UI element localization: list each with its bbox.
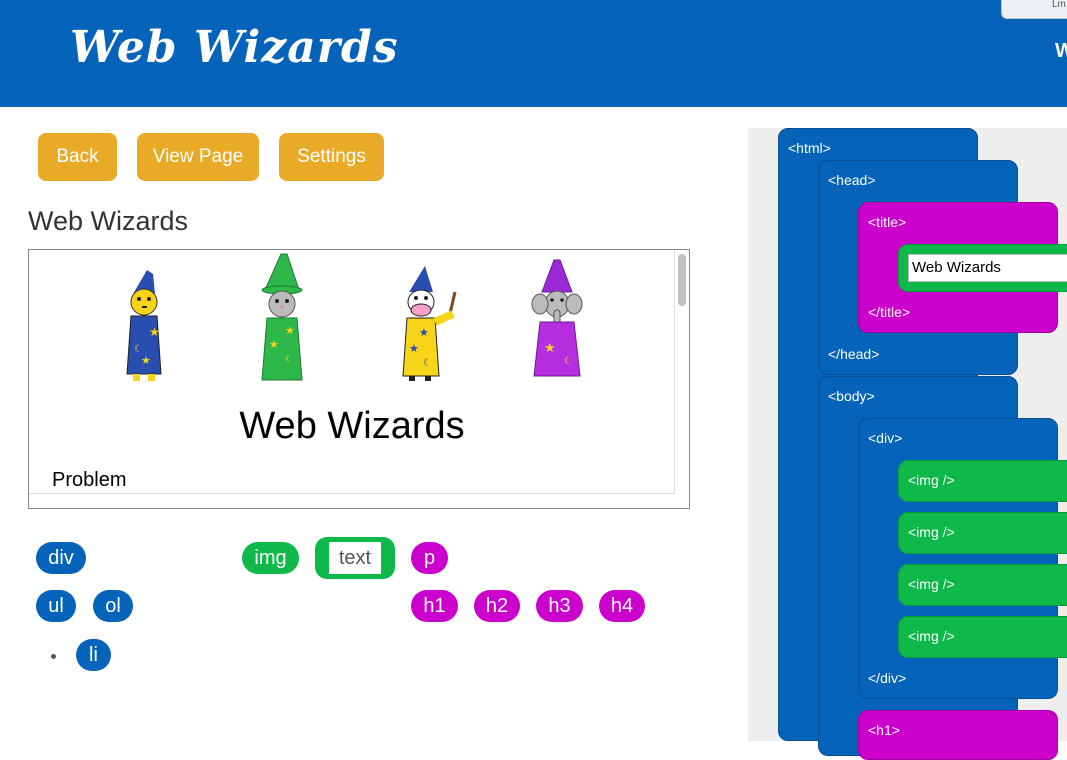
header-right-text: W bbox=[1055, 40, 1067, 62]
block-title-label: <title> bbox=[868, 214, 907, 230]
block-head-close-label: </head> bbox=[828, 346, 880, 362]
back-button[interactable]: Back bbox=[38, 133, 117, 181]
palette-h1[interactable]: h1 bbox=[411, 590, 458, 622]
palette-ol[interactable]: ol bbox=[93, 590, 133, 622]
yellow-wizard-image: ★ ☾ ★ bbox=[126, 270, 162, 381]
svg-text:★: ★ bbox=[409, 343, 419, 355]
elephant-wizard-image: ★ ☾ bbox=[531, 259, 583, 377]
block-img-4-label: <img /> bbox=[908, 628, 955, 644]
preview-heading: Web Wizards bbox=[239, 405, 465, 447]
svg-text:★: ★ bbox=[419, 327, 429, 339]
block-img-2-label: <img /> bbox=[908, 524, 955, 540]
palette-img[interactable]: img bbox=[242, 542, 299, 574]
svg-text:☾: ☾ bbox=[285, 354, 294, 365]
cat-wizard-image: ★ ★ ☾ bbox=[261, 253, 303, 381]
browser-tab-label: Lm bbox=[1052, 0, 1066, 10]
block-img-1-label: <img /> bbox=[908, 472, 955, 488]
palette-h3[interactable]: h3 bbox=[536, 590, 583, 622]
palette-h4[interactable]: h4 bbox=[599, 590, 645, 622]
block-head-label: <head> bbox=[828, 172, 876, 188]
preview-text: Problem bbox=[52, 469, 127, 491]
svg-text:★: ★ bbox=[544, 340, 556, 355]
cow-wizard-image: ★ ★ ☾ bbox=[402, 266, 457, 381]
list-bullet bbox=[51, 654, 56, 659]
view-page-button[interactable]: View Page bbox=[137, 133, 259, 181]
block-title-close-label: </title> bbox=[868, 304, 911, 320]
palette-text[interactable]: text bbox=[315, 537, 395, 579]
app-logo: Web Wizards bbox=[70, 22, 399, 73]
palette-text-label: text bbox=[329, 542, 381, 574]
block-div-close-label: </div> bbox=[868, 670, 907, 686]
block-h1-label: <h1> bbox=[868, 722, 900, 738]
svg-text:★: ★ bbox=[149, 325, 160, 339]
palette-ul[interactable]: ul bbox=[36, 590, 76, 622]
browser-tab[interactable]: Lm bbox=[1001, 0, 1067, 19]
palette-li[interactable]: li bbox=[76, 639, 111, 671]
preview-scrollbar[interactable] bbox=[677, 252, 687, 506]
preview-content: ★ ☾ ★ ★ ★ ☾ ★ ★ ☾ ★ ☾ Web Wizards Proble… bbox=[29, 250, 675, 494]
svg-text:☾: ☾ bbox=[134, 344, 143, 355]
title-text-input[interactable]: Web Wizards bbox=[908, 254, 1067, 282]
svg-text:★: ★ bbox=[269, 339, 279, 351]
block-body-label: <body> bbox=[828, 388, 875, 404]
svg-text:★: ★ bbox=[285, 325, 295, 337]
palette-p[interactable]: p bbox=[411, 542, 448, 574]
block-html-label: <html> bbox=[788, 140, 831, 156]
svg-text:☾: ☾ bbox=[564, 356, 573, 367]
block-div-label: <div> bbox=[868, 430, 903, 446]
palette-h2[interactable]: h2 bbox=[474, 590, 520, 622]
palette-div[interactable]: div bbox=[36, 542, 86, 574]
svg-text:★: ★ bbox=[141, 355, 151, 367]
svg-text:☾: ☾ bbox=[423, 358, 432, 369]
settings-button[interactable]: Settings bbox=[279, 133, 384, 181]
scrollbar-thumb[interactable] bbox=[678, 254, 686, 306]
app-header: Web Wizards W bbox=[0, 0, 1067, 107]
block-img-3-label: <img /> bbox=[908, 576, 955, 592]
page-preview: ★ ☾ ★ ★ ★ ☾ ★ ★ ☾ ★ ☾ Web Wizards Proble… bbox=[28, 249, 690, 509]
page-title: Web Wizards bbox=[28, 206, 189, 236]
